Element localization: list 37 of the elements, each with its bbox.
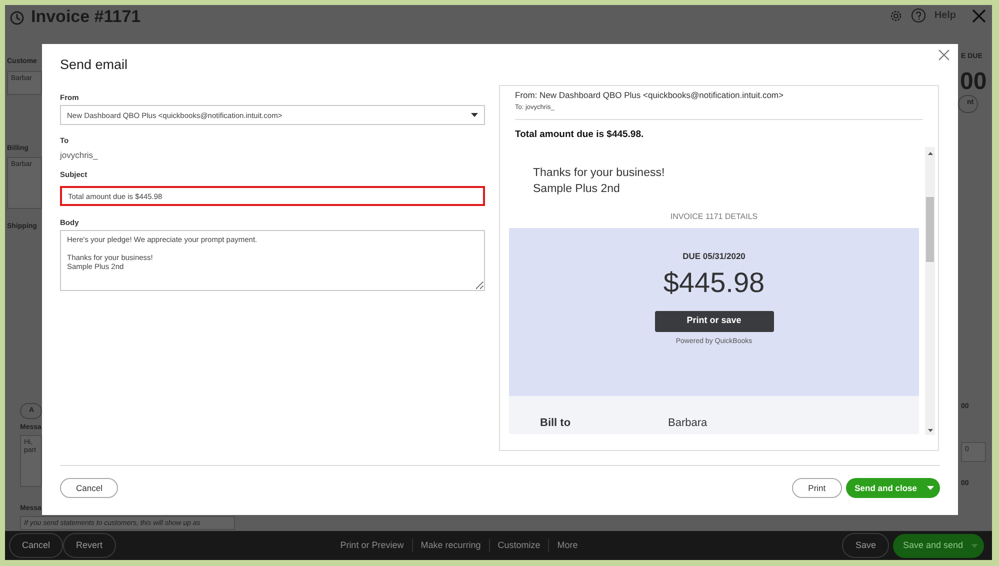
print-or-save-button[interactable]: Print or save (654, 310, 774, 332)
details-heading: INVOICE 1171 DETAILS (669, 210, 759, 223)
dialog-title: Send email (60, 57, 129, 74)
amount-due: $445.98 (663, 266, 765, 298)
save-button[interactable]: Save (842, 532, 889, 558)
print-button[interactable]: Print (792, 478, 842, 498)
caret-icon[interactable] (971, 544, 978, 548)
caret-icon[interactable] (927, 486, 934, 490)
footer-link[interactable]: Print or Preview (332, 538, 412, 552)
page-title: Invoice #1171 (31, 8, 141, 26)
footer-link[interactable]: Make recurring (412, 538, 489, 552)
scrollbar-thumb[interactable] (926, 196, 934, 262)
scroll-down-icon[interactable] (928, 428, 932, 432)
close-icon[interactable] (972, 8, 986, 22)
footer-button[interactable]: Revert (63, 532, 116, 558)
scrollbar[interactable] (925, 146, 935, 435)
footer-link[interactable]: More (548, 538, 586, 552)
close-icon[interactable] (938, 49, 950, 61)
message-line: Thanks for your business! (533, 166, 666, 181)
bill-to-value: Barbara (668, 416, 708, 432)
footer-link[interactable]: Customize (488, 538, 548, 552)
due-date: DUE 05/31/2020 (682, 250, 746, 262)
save-and-send-button[interactable]: Save and send (892, 534, 984, 558)
scroll-up-icon[interactable] (928, 152, 932, 155)
preview-subject: Total amount due is $445.98. (515, 128, 645, 142)
caret-icon (471, 113, 478, 118)
message-line: Sample Plus 2nd (533, 182, 621, 197)
cancel-button[interactable]: Cancel (60, 478, 118, 498)
send-and-close-button[interactable]: Send and close (846, 478, 940, 498)
amount-text: 00 (960, 67, 987, 97)
recipient-text: jovychris_ (60, 148, 99, 162)
preview-from: From: New Dashboard QBO Plus <quickbooks@notification.intuit.com> (515, 89, 784, 102)
settings-icon[interactable] (889, 8, 904, 22)
clock-icon[interactable] (9, 10, 25, 26)
bill-to-label: Bill to (540, 416, 572, 432)
help-icon[interactable] (911, 8, 926, 23)
footer-button[interactable]: Cancel (9, 532, 64, 558)
